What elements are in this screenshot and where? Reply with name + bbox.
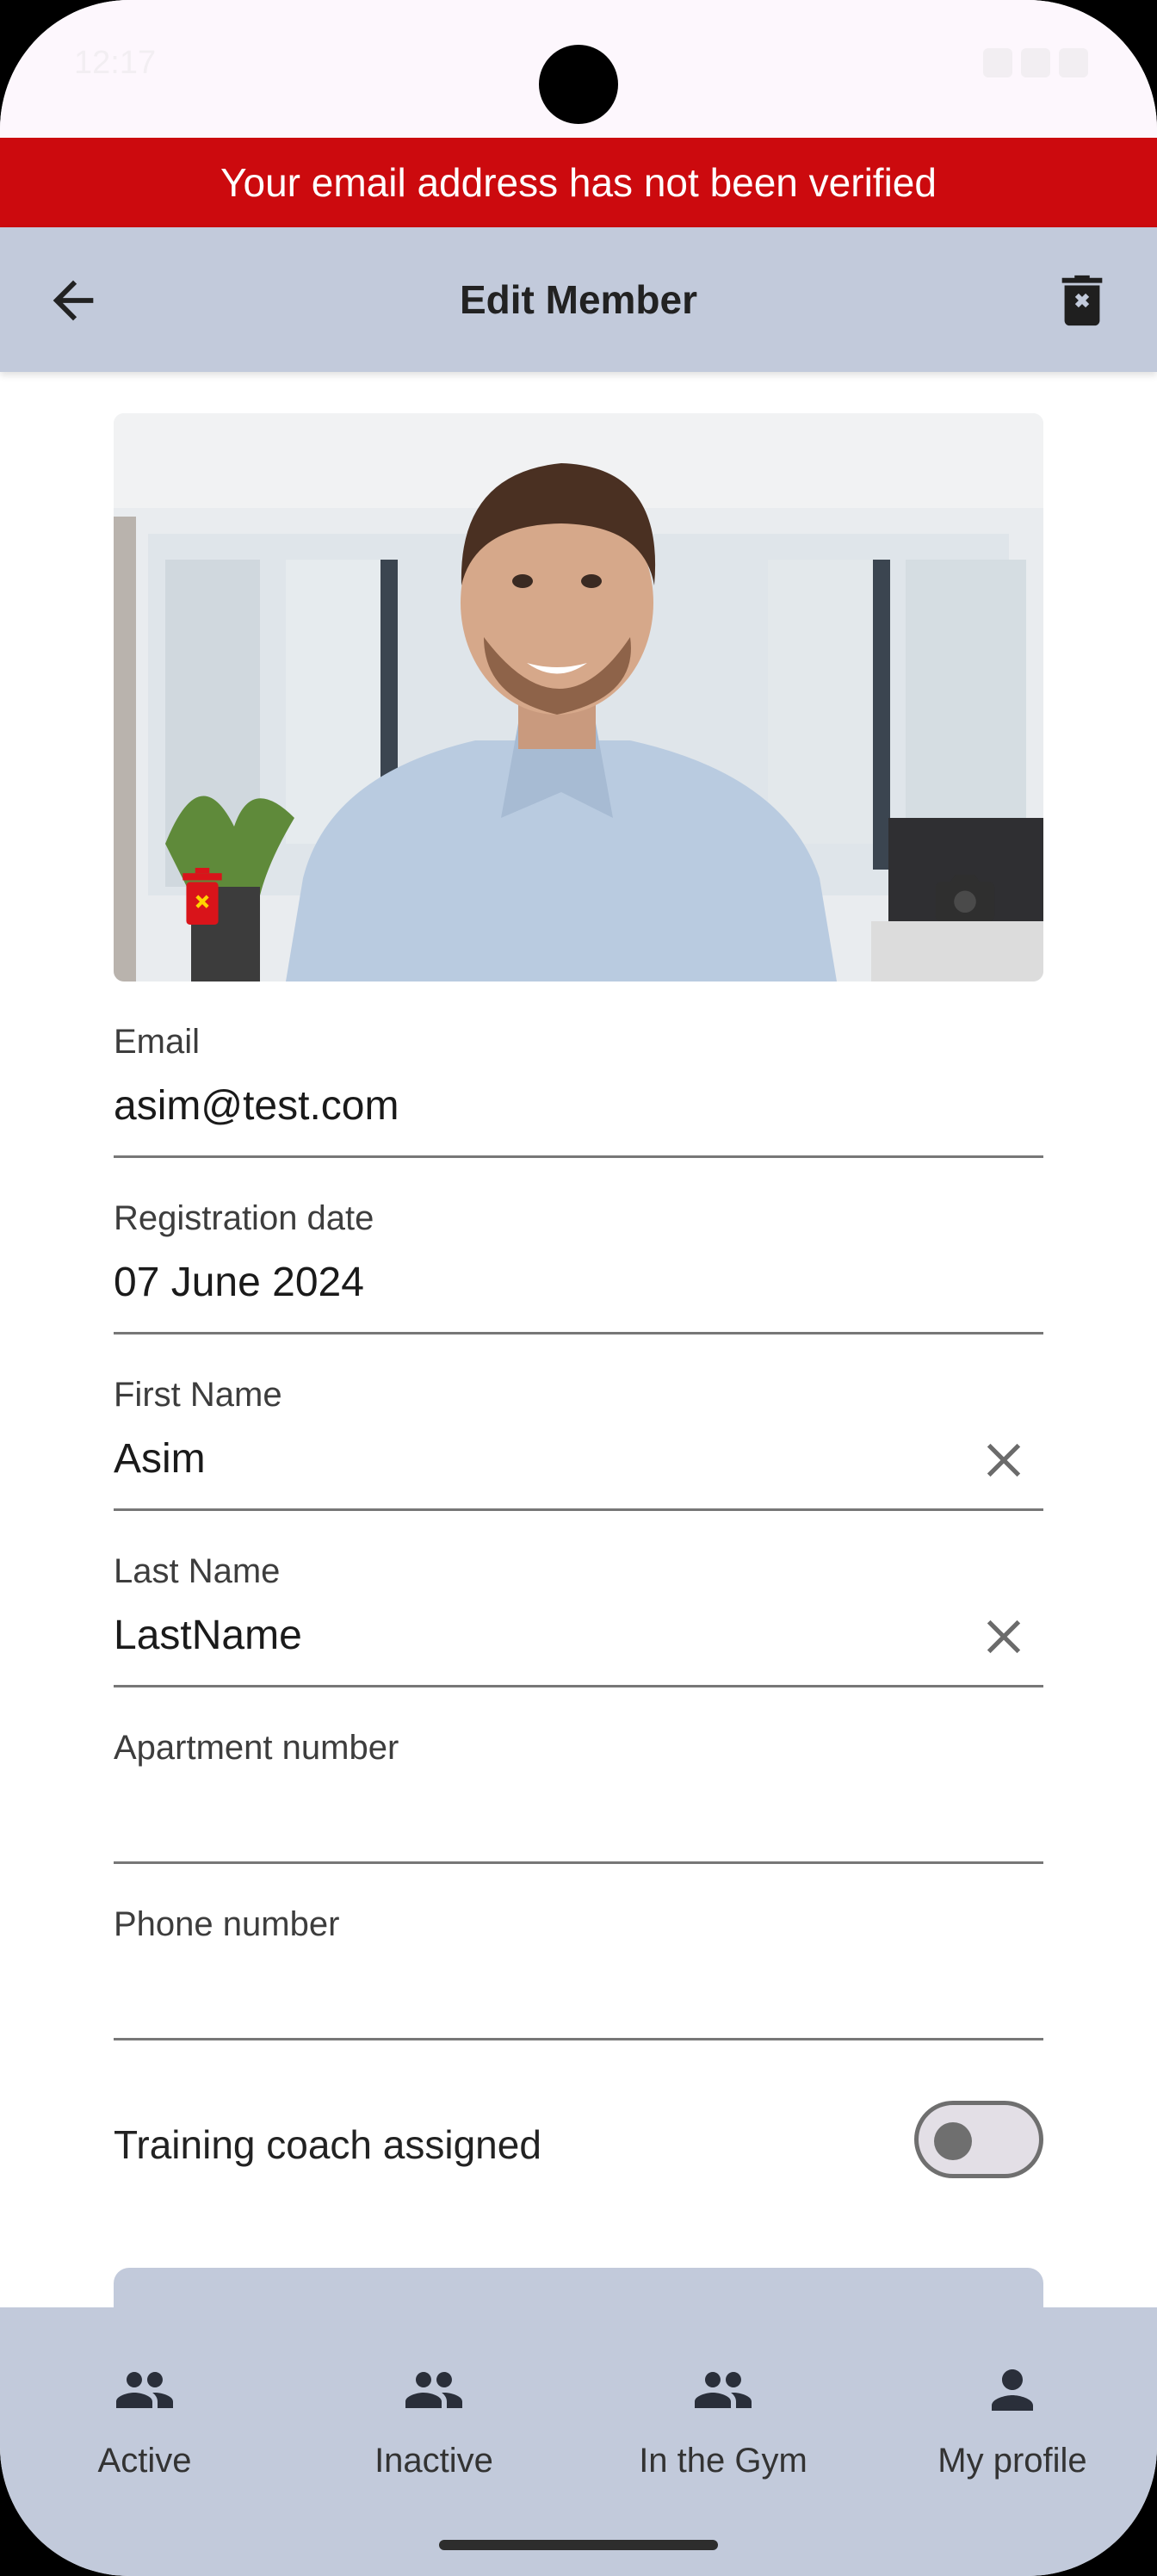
last-name-input[interactable]: LastName [114,1612,1043,1660]
signal-icon [1021,48,1050,77]
nav-label-active: Active [97,2442,192,2480]
nav-item-active[interactable]: Active [0,2307,289,2576]
nav-item-my-profile[interactable]: My profile [868,2307,1157,2576]
nav-label-in-the-gym: In the Gym [639,2442,807,2480]
clear-last-name-icon[interactable] [981,1614,1026,1659]
battery-icon [1059,48,1088,77]
email-underline [114,1155,1043,1158]
status-bar: 12:17 [0,0,1157,138]
last-name-label: Last Name [114,1552,281,1590]
last-name-underline [114,1685,1043,1687]
first-name-input[interactable]: Asim [114,1435,1043,1483]
email-field: Email asim@test.com [114,1023,1043,1159]
status-icons [983,48,1088,77]
wifi-icon [983,48,1012,77]
nav-item-in-the-gym[interactable]: In the Gym [578,2307,868,2576]
first-name-label: First Name [114,1376,282,1414]
last-name-field[interactable]: Last Name LastName [114,1552,1043,1688]
phone-screen: 12:17 Your email address has not been ve… [0,0,1157,2576]
email-label: Email [114,1023,201,1061]
page-title: Edit Member [459,277,698,322]
people-icon [116,2372,173,2408]
apartment-number-field[interactable]: Apartment number [114,1729,1043,1865]
apartment-number-input[interactable] [114,1788,1043,1836]
apartment-number-underline [114,1861,1043,1864]
phone-number-underline [114,2038,1043,2040]
registration-date-field: Registration date 07 June 2024 [114,1199,1043,1335]
home-indicator[interactable] [439,2540,718,2550]
phone-number-field[interactable]: Phone number [114,1905,1043,2041]
registration-date-label: Registration date [114,1199,374,1237]
member-portrait-image [114,413,1043,981]
registration-date-value: 07 June 2024 [114,1260,364,1305]
nav-label-inactive: Inactive [374,2442,493,2480]
people-icon [405,2372,462,2408]
email-value: asim@test.com [114,1083,399,1129]
status-time: 12:17 [74,45,157,81]
member-photo[interactable] [114,413,1043,981]
apartment-number-label: Apartment number [114,1729,399,1767]
registration-date-underline [114,1332,1043,1334]
person-icon [992,2369,1033,2411]
delete-member-icon[interactable] [1052,270,1112,331]
bottom-navigation: Active Inactive In the Gym My profile [0,2307,1157,2576]
phone-number-label: Phone number [114,1905,340,1943]
training-coach-row: Training coach assigned [114,2101,1043,2187]
phone-number-input[interactable] [114,1965,1043,2013]
nav-label-my-profile: My profile [937,2442,1087,2480]
training-coach-toggle[interactable] [914,2101,1043,2178]
first-name-field[interactable]: First Name Asim [114,1376,1043,1512]
training-coach-label: Training coach assigned [114,2122,541,2167]
delete-photo-icon[interactable] [181,868,224,925]
app-bar: Edit Member [0,227,1157,372]
email-not-verified-banner: Your email address has not been verified [0,138,1157,227]
toggle-knob [934,2122,972,2160]
camera-cutout [539,45,618,124]
nav-item-inactive[interactable]: Inactive [289,2307,578,2576]
clear-first-name-icon[interactable] [981,1438,1026,1483]
first-name-underline [114,1508,1043,1511]
people-icon [695,2372,752,2408]
camera-icon[interactable] [935,875,995,921]
